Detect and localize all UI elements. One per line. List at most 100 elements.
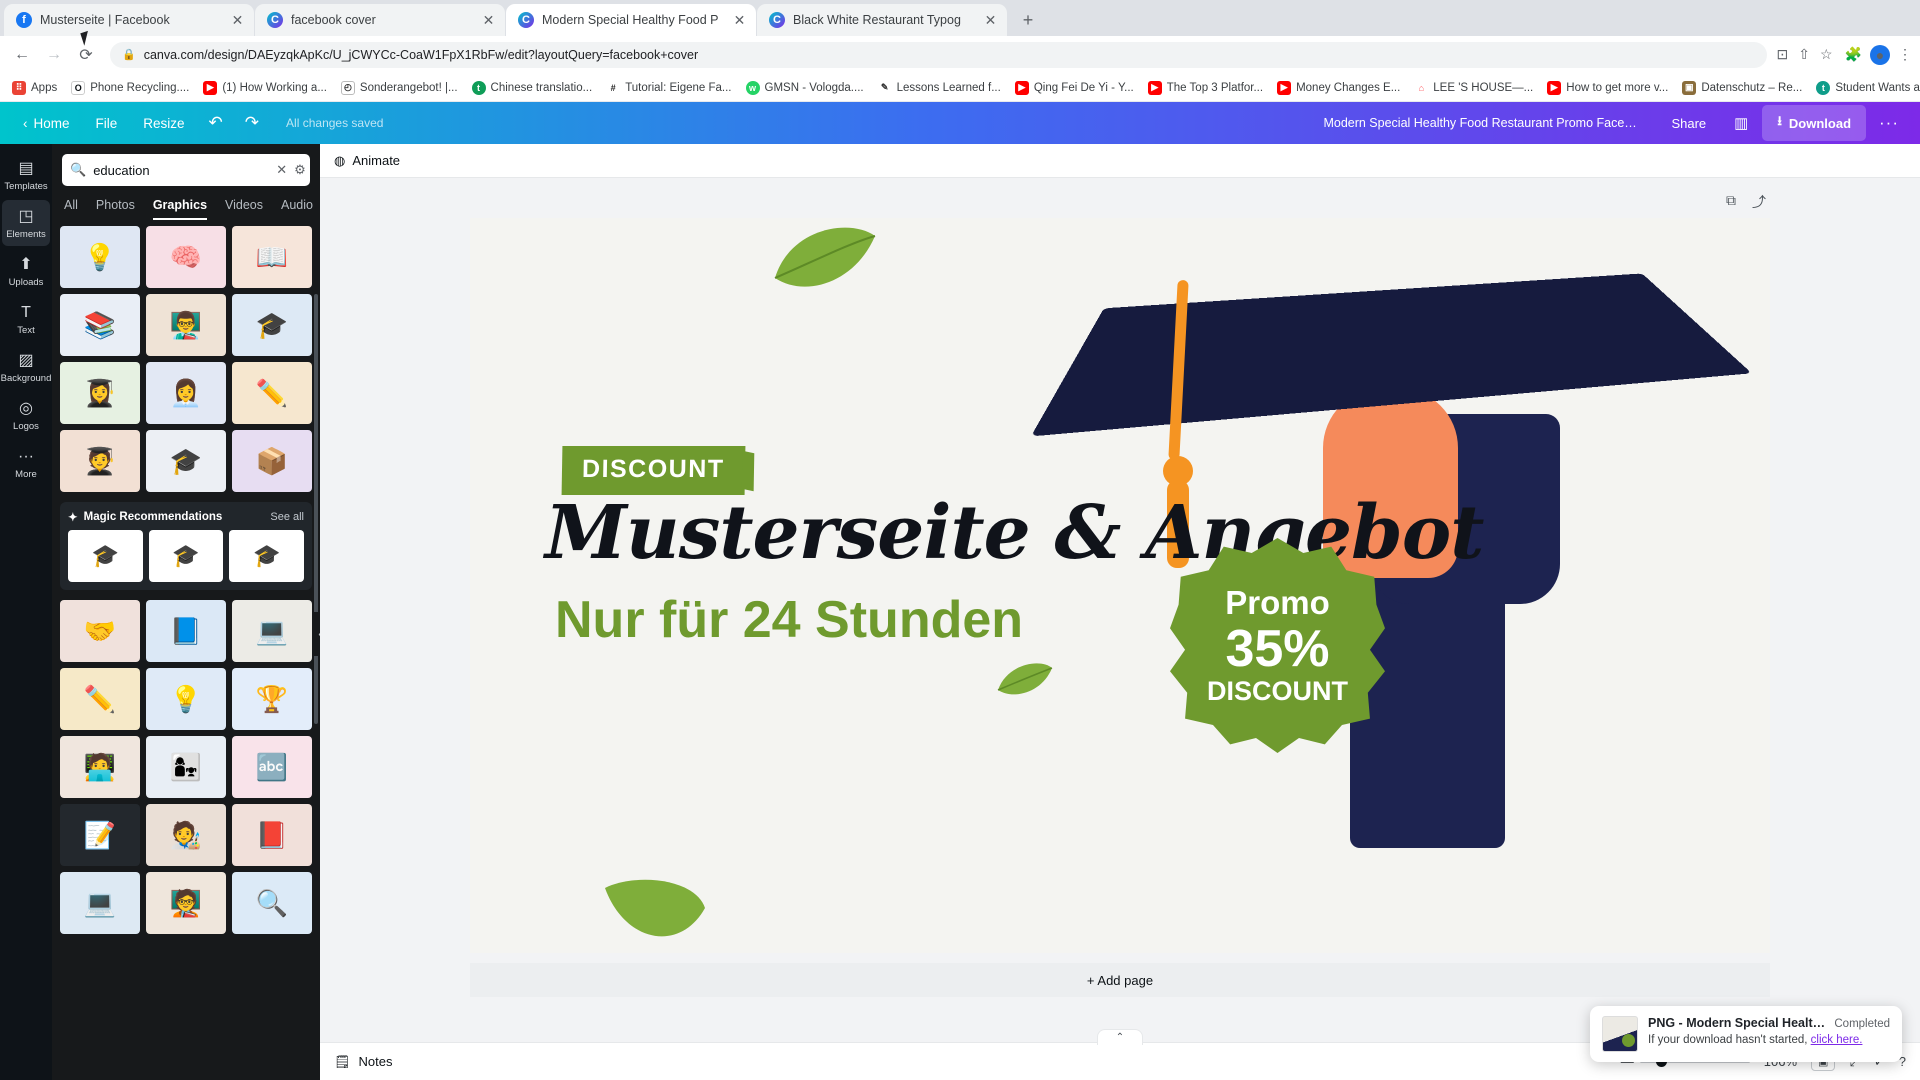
design-canvas[interactable]: DISCOUNT Musterseite & Angebot Nur für 2… [470,218,1770,953]
filter-icon[interactable]: ⚙ [294,162,306,178]
search-input[interactable] [93,162,270,178]
share-icon[interactable]: ⇧ [1798,46,1810,63]
result-item[interactable]: 💡 [60,226,140,288]
bookmark-item[interactable]: ▶ How to get more v... [1541,78,1674,98]
panel-collapse-button[interactable]: ‹ [314,612,320,656]
search-box[interactable]: 🔍 ✕ ⚙ [62,154,310,186]
puzzle-icon[interactable]: 🧩 [1845,46,1862,63]
avatar[interactable]: ● [1870,44,1890,65]
tab-videos[interactable]: Videos [225,198,263,220]
sidebar-item-elements[interactable]: ◳ Elements [2,200,50,246]
resize-button[interactable]: Resize [132,110,195,137]
sidebar-item-more[interactable]: ··· More [2,440,50,486]
result-item[interactable]: 🧑‍🏫 [146,872,226,934]
magic-item[interactable]: 🎓 [148,530,224,582]
result-item[interactable]: 👩‍👧 [146,736,226,798]
result-item[interactable]: 💻 [232,600,312,662]
headline-text[interactable]: Musterseite & Angebot [545,490,1484,576]
browser-tab[interactable]: C facebook cover ✕ [255,4,505,36]
result-item[interactable]: 🏆 [232,668,312,730]
copy-icon[interactable]: ⧉ [1726,192,1736,212]
bookmark-item[interactable]: ▶ (1) How Working a... [197,78,333,98]
sidebar-item-templates[interactable]: ▤ Templates [2,152,50,198]
result-item[interactable]: 🎓 [232,294,312,356]
tab-all[interactable]: All [64,198,78,220]
add-page-button[interactable]: + Add page [470,963,1770,997]
tab-audio[interactable]: Audio [281,198,313,220]
undo-icon[interactable]: ↶ [200,109,232,137]
share-button[interactable]: Share [1657,110,1720,137]
browser-tab[interactable]: f Musterseite | Facebook ✕ [4,4,254,36]
result-item[interactable]: 👩‍🎓 [60,362,140,424]
result-item[interactable]: 📝 [60,804,140,866]
browser-tab[interactable]: C Black White Restaurant Typog ✕ [757,4,1007,36]
bookmark-item[interactable]: t Student Wants an... [1810,78,1920,98]
notes-button[interactable]: Notes [359,1054,393,1069]
panel-scrollbar[interactable] [314,294,318,724]
home-button[interactable]: ‹ Home [12,110,81,137]
bookmark-item[interactable]: ▶ Money Changes E... [1271,78,1406,98]
close-icon[interactable]: ✕ [731,12,748,29]
result-item[interactable]: 🧑‍💻 [60,736,140,798]
result-item[interactable]: 📘 [146,600,226,662]
subheadline-text[interactable]: Nur für 24 Stunden [555,590,1023,650]
redo-icon[interactable]: ↷ [236,109,268,137]
bookmark-item[interactable]: t Chinese translatio... [466,78,599,98]
result-item[interactable]: 📚 [60,294,140,356]
toast-link[interactable]: click here. [1811,1034,1863,1046]
magic-item[interactable]: 🎓 [229,530,305,582]
magic-item[interactable]: 🎓 [68,530,143,582]
animate-button[interactable]: Animate [352,153,400,168]
see-all-link[interactable]: See all [270,511,304,523]
sidebar-item-logos[interactable]: ◎ Logos [2,392,50,438]
star-icon[interactable]: ☆ [1820,46,1833,63]
close-icon[interactable]: ✕ [480,12,497,29]
bar-chart-icon[interactable]: ▥ [1724,109,1758,137]
bookmark-item[interactable]: ▶ Qing Fei De Yi - Y... [1009,78,1140,98]
sidebar-item-text[interactable]: T Text [2,296,50,342]
result-item[interactable]: 👨‍🏫 [146,294,226,356]
address-bar[interactable]: 🔒 canva.com/design/DAEyzqkApKc/U_jCWYCc-… [110,41,1767,68]
result-item[interactable]: 🧑‍🎓 [60,430,140,492]
bookmark-item[interactable]: ✎ Lessons Learned f... [872,78,1007,98]
bookmark-item[interactable]: w GMSN - Vologda.... [740,78,870,98]
bookmark-item[interactable]: ◴ Sonderangebot! |... [335,78,464,98]
new-tab-button[interactable]: + [1014,6,1042,34]
result-item[interactable]: 🔍 [232,872,312,934]
sidebar-item-uploads[interactable]: ⬆ Uploads [2,248,50,294]
bookmark-item[interactable]: # Tutorial: Eigene Fa... [600,78,737,98]
bookmark-item[interactable]: ▶ The Top 3 Platfor... [1142,78,1269,98]
result-item[interactable]: 📦 [232,430,312,492]
close-icon[interactable]: ✕ [982,12,999,29]
result-item[interactable]: ✏️ [60,668,140,730]
chevron-up-icon[interactable]: ⌃ [1097,1029,1143,1045]
tab-graphics[interactable]: Graphics [152,198,208,220]
result-item[interactable]: 📕 [232,804,312,866]
discount-tag[interactable]: DISCOUNT [561,446,745,495]
download-button[interactable]: ⭳ Download [1762,105,1867,141]
tab-photos[interactable]: Photos [96,198,135,220]
close-icon[interactable]: ✕ [276,162,287,178]
share-up-icon[interactable]: ⤴ [1752,192,1766,212]
forward-button[interactable]: → [40,41,68,69]
result-item[interactable]: ✏️ [232,362,312,424]
browser-tab-active[interactable]: C Modern Special Healthy Food P ✕ [506,4,756,36]
file-menu-button[interactable]: File [85,110,129,137]
bookmark-item[interactable]: O Phone Recycling.... [65,78,195,98]
bookmark-item[interactable]: ⠿ Apps [6,78,63,98]
result-item[interactable]: 📖 [232,226,312,288]
result-item[interactable]: 💡 [146,668,226,730]
bookmark-item[interactable]: ▣ Datenschutz – Re... [1676,78,1808,98]
result-item[interactable]: 🤝 [60,600,140,662]
result-item[interactable]: 🔤 [232,736,312,798]
result-item[interactable]: 👩‍💼 [146,362,226,424]
result-item[interactable]: 🧑‍🎨 [146,804,226,866]
cast-icon[interactable]: ⊡ [1777,46,1789,63]
sidebar-item-background[interactable]: ▨ Background [1,344,52,390]
more-options-button[interactable]: ··· [1870,109,1908,137]
result-item[interactable]: 💻 [60,872,140,934]
result-item[interactable]: 🧠 [146,226,226,288]
bookmark-item[interactable]: ⌂ LEE 'S HOUSE—... [1408,78,1539,98]
document-title[interactable]: Modern Special Healthy Food Restaurant P… [1323,116,1653,130]
close-icon[interactable]: ✕ [229,12,246,29]
